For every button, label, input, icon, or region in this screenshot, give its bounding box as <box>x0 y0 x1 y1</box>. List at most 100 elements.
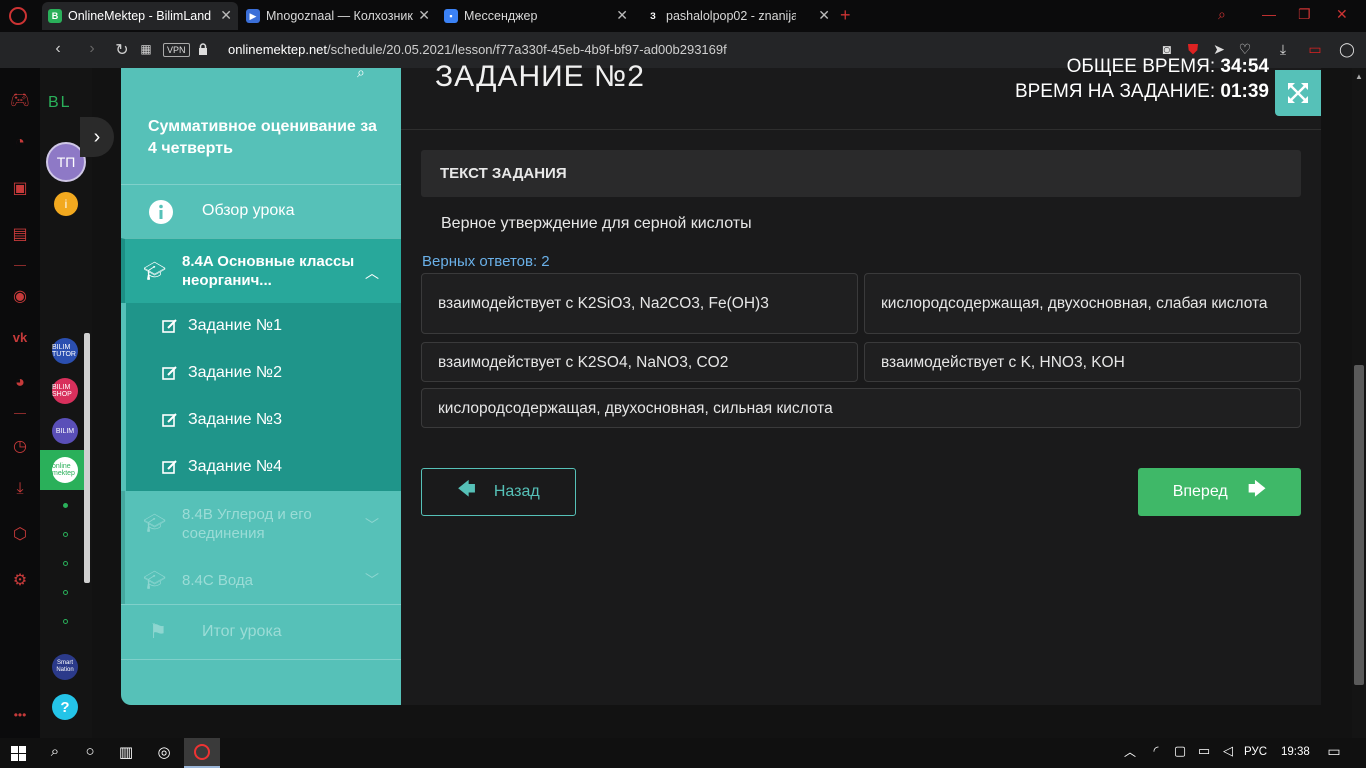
notice-badge[interactable]: i <box>54 192 78 216</box>
overview-label: Обзор урока <box>202 202 295 219</box>
notifications-icon[interactable]: ▭ <box>1324 743 1344 763</box>
task-item-4[interactable]: Задание №4 <box>162 458 282 476</box>
discord-icon[interactable]: ◕ <box>9 374 31 396</box>
page-scrollbar-thumb[interactable] <box>1354 365 1364 685</box>
tab-title: Mnogoznaal — Колхозник <box>266 9 413 23</box>
chevron-up-icon[interactable]: ︿ <box>365 263 379 283</box>
gamepad-icon[interactable]: 🎮︎ <box>9 90 31 112</box>
nav-item-summary[interactable]: ⚑ Итог урока <box>121 604 401 659</box>
task-item-1[interactable]: Задание №1 <box>162 317 282 335</box>
windows-start-icon[interactable] <box>11 746 26 761</box>
chevron-down-icon[interactable]: ﹀ <box>365 570 379 590</box>
back-button[interactable]: 🡄 Назад <box>421 468 576 516</box>
page-dot[interactable] <box>63 590 68 595</box>
tab-znanija[interactable]: З pashalolpop02 - znanija.co ✕ <box>640 2 836 30</box>
back-arrow-icon[interactable]: ‹ <box>48 40 68 58</box>
cube-icon[interactable]: ⬡ <box>9 524 31 546</box>
more-icon[interactable]: ••• <box>9 708 31 730</box>
task-label: Задание №1 <box>188 317 282 334</box>
vk-icon[interactable]: vk <box>9 330 31 352</box>
fullscreen-button[interactable] <box>1275 70 1321 116</box>
cortana-icon[interactable]: ○ <box>80 743 100 763</box>
bag-icon[interactable]: ▣ <box>9 178 31 200</box>
vpn-badge[interactable]: VPN <box>163 43 190 57</box>
task-list: Задание №1 Задание №2 Задание №3 Задание… <box>126 303 401 491</box>
tab-mnogoznaal[interactable]: ▶ Mnogoznaal — Колхозник ✕ <box>240 2 436 30</box>
divider <box>14 413 26 414</box>
nav-item-overview[interactable]: Обзор урока <box>121 184 401 238</box>
clock[interactable]: 19:38 <box>1281 746 1310 758</box>
close-icon[interactable]: ✕ <box>220 7 232 24</box>
nav-section-8-4a[interactable]: 🎓︎ 8.4A Основные классы неорганич... ︿ <box>121 238 401 303</box>
next-button[interactable]: Вперед 🡆 <box>1138 468 1301 516</box>
smart-nation-icon[interactable]: Smart Nation <box>52 654 78 680</box>
section-label: 8.4C Вода <box>182 572 253 589</box>
battery-icon[interactable]: ▭ <box>1306 41 1324 59</box>
tab-onlinemektep[interactable]: B OnlineMektep - BilimLand ✕ <box>42 2 238 30</box>
page-dot[interactable] <box>63 619 68 624</box>
window-close-icon[interactable]: ✕ <box>1336 6 1348 23</box>
chevron-down-icon[interactable]: ﹀ <box>365 515 379 535</box>
expand-icon <box>1288 83 1308 103</box>
whatsapp-icon[interactable]: ◉ <box>9 286 31 308</box>
reload-icon[interactable]: ↻ <box>112 40 132 60</box>
speedometer-icon[interactable]: ◔ <box>9 134 31 156</box>
steam-icon[interactable]: ◎ <box>154 743 174 763</box>
tab-messenger[interactable]: ▪ Мессенджер ✕ <box>438 2 634 30</box>
edit-icon <box>162 366 177 380</box>
messenger-icon: ▪ <box>444 9 458 23</box>
bilim-tutor-icon[interactable]: BILIM TUTOR <box>52 338 78 364</box>
taskbar-opera-button[interactable] <box>184 738 220 768</box>
speed-dial-icon[interactable]: ▦ <box>136 42 156 56</box>
next-button-label: Вперед <box>1172 483 1228 500</box>
close-icon[interactable]: ✕ <box>818 7 830 24</box>
graduation-cap-icon: 🎓︎ <box>143 513 166 533</box>
search-icon[interactable]: ⌕ <box>357 68 365 81</box>
download-icon[interactable]: ⤓ <box>1274 41 1292 59</box>
opera-logo-icon[interactable] <box>9 7 27 25</box>
battery-icon[interactable]: ▭ <box>1194 743 1214 763</box>
language-indicator[interactable]: РУС <box>1244 746 1267 758</box>
znanija-icon: З <box>646 9 660 23</box>
sidebar-scrollbar[interactable] <box>84 333 90 583</box>
minimize-icon[interactable]: — <box>1262 6 1276 22</box>
user-icon[interactable]: ◯ <box>1338 41 1356 59</box>
online-mektep-icon[interactable]: online mektep <box>52 457 78 483</box>
correct-answers-count: Верных ответов: 2 <box>422 253 550 270</box>
chevron-up-icon[interactable]: ︿ <box>1120 743 1140 763</box>
wifi-icon[interactable]: ◜ <box>1146 743 1166 763</box>
nav-section-8-4c[interactable]: 🎓︎ 8.4C Вода ﹀ <box>121 556 401 604</box>
search-tabs-icon[interactable]: ⌕ <box>1218 6 1226 23</box>
bl-logo[interactable]: BL <box>48 94 72 112</box>
forward-arrow-icon[interactable]: › <box>82 40 102 58</box>
network-icon[interactable]: ▢ <box>1170 743 1190 763</box>
page-dot[interactable] <box>63 561 68 566</box>
settings-gear-icon[interactable]: ⚙ <box>9 570 31 592</box>
answer-option-5[interactable]: кислородсодержащая, двухосновная, сильна… <box>421 388 1301 428</box>
help-icon[interactable]: ? <box>52 694 78 720</box>
answer-option-1[interactable]: взаимодействует с K2SiO3, Na2CO3, Fe(OH)… <box>421 273 858 334</box>
restore-icon[interactable]: ❐ <box>1298 6 1311 23</box>
page-dot[interactable] <box>63 532 68 537</box>
task-item-3[interactable]: Задание №3 <box>162 411 282 429</box>
search-icon[interactable]: ⌕ <box>45 743 65 763</box>
summary-label: Итог урока <box>202 623 282 640</box>
downloads-icon[interactable]: ⤓ <box>9 480 31 502</box>
close-icon[interactable]: ✕ <box>616 7 628 24</box>
twitch-icon[interactable]: ▤ <box>9 224 31 246</box>
answer-option-2[interactable]: кислородсодержащая, двухосновная, слабая… <box>864 273 1301 334</box>
page-dot[interactable] <box>63 503 68 508</box>
close-icon[interactable]: ✕ <box>418 7 430 24</box>
new-tab-button[interactable]: + <box>840 5 851 26</box>
scroll-up-icon[interactable]: ▲ <box>1355 72 1363 81</box>
nav-section-8-4b[interactable]: 🎓︎ 8.4B Углерод и его соединения ﹀ <box>121 491 401 556</box>
history-icon[interactable]: ◷ <box>9 436 31 458</box>
bilim-shop-icon[interactable]: BILIM SHOP <box>52 378 78 404</box>
answer-option-4[interactable]: взаимодействует с K, HNO3, KOH <box>864 342 1301 382</box>
task-view-icon[interactable]: ▥ <box>116 743 136 763</box>
task-item-2[interactable]: Задание №2 <box>162 364 282 382</box>
url-field[interactable]: onlinemektep.net/schedule/20.05.2021/les… <box>228 42 727 57</box>
volume-icon[interactable]: ◁ <box>1218 743 1238 763</box>
answer-option-3[interactable]: взаимодействует с K2SO4, NaNO3, CO2 <box>421 342 858 382</box>
bilim-icon[interactable]: BILIM <box>52 418 78 444</box>
